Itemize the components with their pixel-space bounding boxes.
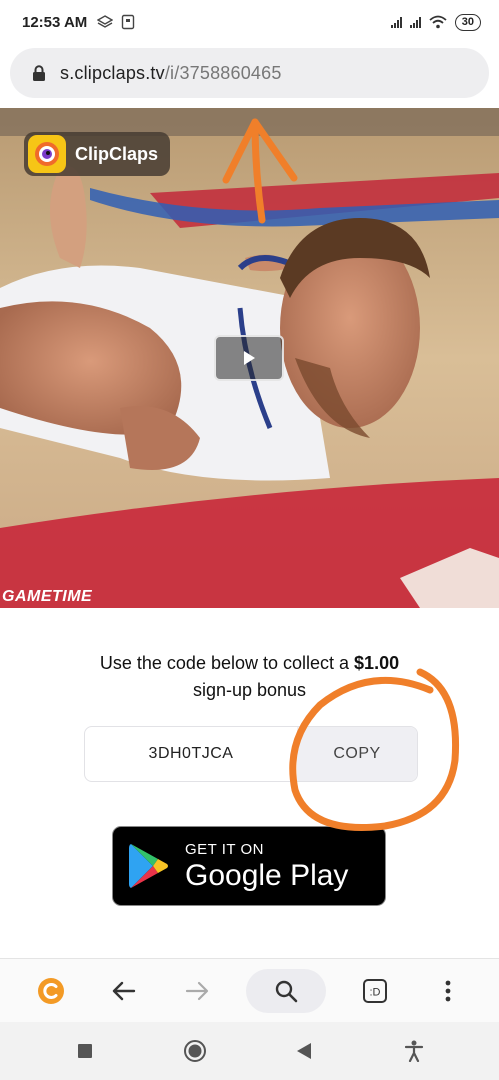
lock-icon: [33, 64, 45, 81]
tabs-icon: :D: [363, 978, 388, 1003]
home-nav-button[interactable]: [171, 1027, 219, 1075]
back-nav-button[interactable]: [280, 1027, 328, 1075]
home-button[interactable]: [27, 967, 75, 1015]
url-text[interactable]: s.clipclaps.tv/i/3758860465: [60, 63, 282, 84]
play-icon: [244, 351, 255, 365]
more-vertical-icon: [445, 980, 451, 1001]
signal-icon-2: [409, 16, 421, 28]
back-button[interactable]: [100, 967, 148, 1015]
clipclaps-logo-icon: [28, 135, 66, 173]
status-right: 30: [390, 13, 481, 31]
promo-line2: sign-up bonus: [192, 680, 307, 700]
google-play-text: GET IT ON Google Play: [185, 841, 348, 892]
browser-logo-icon: [37, 977, 64, 1004]
square-icon: [77, 1044, 92, 1058]
sim-icon: [122, 14, 135, 30]
battery-indicator: 30: [454, 13, 481, 31]
accessibility-button[interactable]: [390, 1027, 438, 1075]
circle-icon: [183, 1040, 206, 1062]
back-arrow-icon: [112, 981, 135, 1000]
forward-arrow-icon: [185, 981, 208, 1000]
signup-code-value[interactable]: 3DH0TJCA: [85, 727, 297, 781]
forward-button[interactable]: [173, 967, 221, 1015]
gametime-watermark: GAMETIME: [2, 588, 93, 605]
tabs-count: :D: [370, 986, 381, 998]
search-icon: [275, 980, 298, 1002]
play-button[interactable]: [214, 335, 284, 381]
brand-name: ClipClaps: [75, 143, 159, 164]
copy-button[interactable]: COPY: [297, 727, 417, 781]
triangle-back-icon: [297, 1043, 312, 1059]
google-play-badge[interactable]: GET IT ON Google Play: [112, 826, 386, 906]
google-play-icon: [129, 844, 168, 888]
accessibility-icon: [405, 1040, 424, 1062]
url-path: /i/3758860465: [164, 62, 282, 83]
url-bar[interactable]: s.clipclaps.tv/i/3758860465: [10, 48, 489, 98]
wifi-icon: [429, 15, 447, 29]
status-time: 12:53 AM: [22, 13, 88, 31]
badge-big-text: Google Play: [185, 858, 349, 892]
status-left-icons: [97, 14, 135, 30]
browser-toolbar: :D: [0, 958, 499, 1022]
signup-code-box: 3DH0TJCA COPY: [84, 726, 418, 782]
system-navigation-bar: [0, 1022, 499, 1080]
status-bar: 12:53 AM 30: [0, 0, 499, 44]
signal-icon: [390, 16, 402, 28]
more-options-button[interactable]: [424, 967, 472, 1015]
stack-icon: [97, 15, 114, 28]
tabs-button[interactable]: :D: [351, 967, 399, 1015]
promo-line1-prefix: Use the code below to collect a: [99, 653, 355, 673]
search-button[interactable]: [246, 968, 327, 1013]
promo-amount: $1.00: [354, 653, 400, 673]
clipclaps-brand-badge: ClipClaps: [24, 132, 171, 176]
promo-message: Use the code below to collect a $1.00 si…: [0, 650, 499, 704]
video-player[interactable]: ClipClaps GAMETIME: [0, 108, 499, 608]
url-domain: s.clipclaps.tv: [60, 62, 165, 83]
recents-button[interactable]: [61, 1027, 109, 1075]
badge-small-text: GET IT ON: [185, 840, 264, 858]
